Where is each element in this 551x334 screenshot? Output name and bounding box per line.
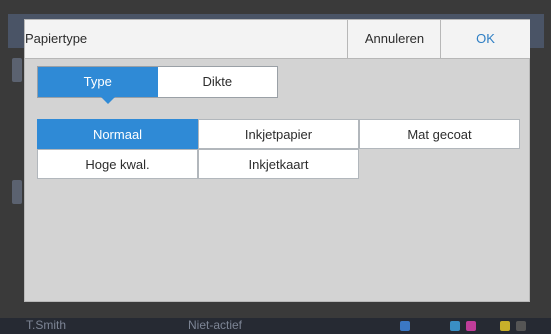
cancel-button[interactable]: Annuleren	[347, 20, 441, 58]
background-tile	[12, 180, 22, 204]
option-hoge-kwal[interactable]: Hoge kwal.	[37, 149, 198, 179]
background-icon	[500, 321, 510, 331]
tab-thickness[interactable]: Dikte	[157, 67, 277, 97]
background-icon	[400, 321, 410, 331]
background-icon	[450, 321, 460, 331]
background-status-text: Niet-actief	[188, 318, 243, 332]
dialog-header: Papiertype Annuleren OK	[25, 20, 530, 59]
paper-type-dialog: Papiertype Annuleren OK Type Dikte Norma…	[24, 19, 530, 302]
background-user-name: T.Smith	[26, 318, 67, 332]
option-inkjetkaart[interactable]: Inkjetkaart	[198, 149, 359, 179]
background-icon	[466, 321, 476, 331]
option-inkjetpapier[interactable]: Inkjetpapier	[198, 119, 359, 149]
background-icon	[516, 321, 526, 331]
background-tile	[12, 58, 22, 82]
option-mat-gecoat[interactable]: Mat gecoat	[359, 119, 520, 149]
dialog-title: Papiertype	[25, 31, 88, 46]
tab-type[interactable]: Type	[38, 67, 158, 97]
option-normaal[interactable]: Normaal	[37, 119, 198, 149]
tab-bar: Type Dikte	[37, 66, 278, 98]
ok-button[interactable]: OK	[440, 20, 530, 58]
active-tab-pointer	[101, 97, 115, 104]
